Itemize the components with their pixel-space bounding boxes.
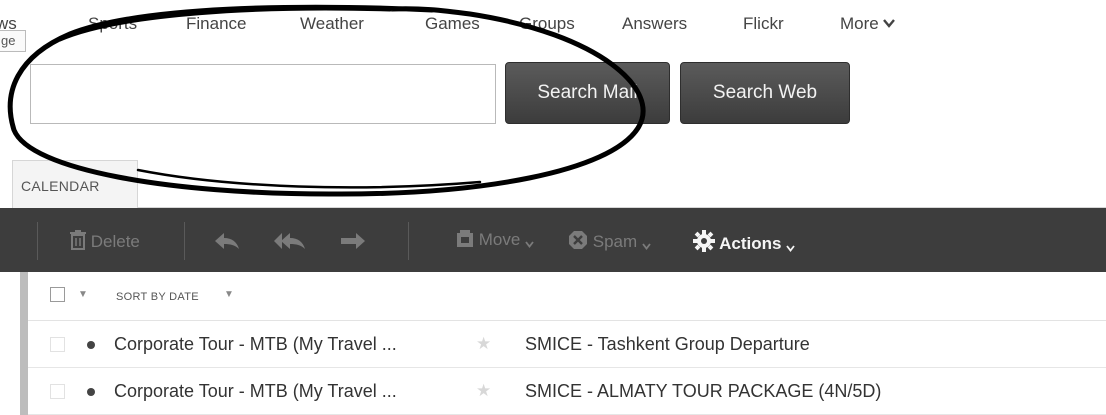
- search-input[interactable]: [30, 64, 496, 124]
- search-mail-button[interactable]: Search Mail: [505, 62, 670, 124]
- nav-item-finance[interactable]: Finance: [186, 14, 246, 34]
- message-sender: Corporate Tour - MTB (My Travel ...: [114, 381, 397, 401]
- forward-icon: [341, 233, 365, 249]
- nav-item-weather[interactable]: Weather: [300, 14, 364, 34]
- list-item[interactable]: Corporate Tour - MTB (My Travel ... ★ SM…: [28, 322, 1106, 368]
- list-item[interactable]: Corporate Tour - MTB (My Travel ... ★ SM…: [28, 369, 1106, 415]
- spam-icon: [569, 231, 587, 249]
- nav-item-flickr[interactable]: Flickr: [743, 14, 784, 34]
- page-tab[interactable]: ge: [0, 30, 26, 52]
- chevron-down-icon[interactable]: ▼: [224, 289, 234, 300]
- message-checkbox[interactable]: [50, 384, 65, 399]
- gear-icon: [693, 230, 715, 252]
- select-all-checkbox[interactable]: [50, 287, 65, 302]
- reply-all-button[interactable]: [274, 232, 306, 252]
- unread-dot-icon[interactable]: [87, 341, 95, 349]
- message-checkbox[interactable]: [50, 337, 65, 352]
- reply-button[interactable]: [214, 232, 240, 252]
- sort-by-date[interactable]: SORT BY DATE: [116, 291, 199, 303]
- chevron-down-icon: [786, 245, 795, 252]
- spam-label: Spam: [592, 232, 638, 251]
- move-label: Move: [478, 230, 521, 249]
- message-sender: Corporate Tour - MTB (My Travel ...: [114, 334, 397, 354]
- toolbar-separator: [408, 222, 409, 260]
- chevron-down-icon: [525, 241, 534, 248]
- delete-label: Delete: [90, 232, 140, 251]
- nav-item-games[interactable]: Games: [425, 14, 480, 34]
- delete-button[interactable]: Delete: [70, 230, 140, 252]
- message-subject: SMICE - ALMATY TOUR PACKAGE (4N/5D): [525, 381, 882, 401]
- tab-calendar[interactable]: CALENDAR: [12, 160, 138, 208]
- list-left-bar: [20, 272, 28, 415]
- trash-icon: [70, 230, 86, 250]
- search-web-button[interactable]: Search Web: [680, 62, 850, 124]
- actions-label: Actions: [719, 234, 782, 253]
- nav-item-answers[interactable]: Answers: [622, 14, 687, 34]
- reply-all-icon: [274, 233, 305, 249]
- chevron-down-icon[interactable]: ▼: [78, 289, 88, 300]
- move-icon: [457, 230, 473, 247]
- toolbar-separator: [184, 222, 185, 260]
- star-icon[interactable]: ★: [476, 334, 491, 354]
- toolbar-separator: [37, 222, 38, 260]
- reply-icon: [215, 233, 239, 249]
- actions-button[interactable]: Actions: [693, 230, 795, 254]
- top-nav: ws Sports Finance Weather Games Groups A…: [0, 0, 1106, 44]
- spam-button[interactable]: Spam: [568, 230, 651, 252]
- sort-header: ▼ SORT BY DATE ▼: [28, 272, 1106, 321]
- chevron-down-icon: [883, 19, 896, 28]
- nav-item-groups[interactable]: Groups: [519, 14, 575, 34]
- message-toolbar: Delete Move Spam Actions: [0, 208, 1106, 272]
- message-subject: SMICE - Tashkent Group Departure: [525, 334, 810, 354]
- unread-dot-icon[interactable]: [87, 388, 95, 396]
- forward-button[interactable]: [340, 232, 366, 252]
- nav-item-sports[interactable]: Sports: [88, 14, 137, 34]
- move-button[interactable]: Move: [456, 230, 534, 250]
- nav-item-more[interactable]: More: [840, 14, 896, 34]
- nav-more-label: More: [840, 14, 879, 33]
- star-icon[interactable]: ★: [476, 381, 491, 401]
- chevron-down-icon: [642, 243, 651, 250]
